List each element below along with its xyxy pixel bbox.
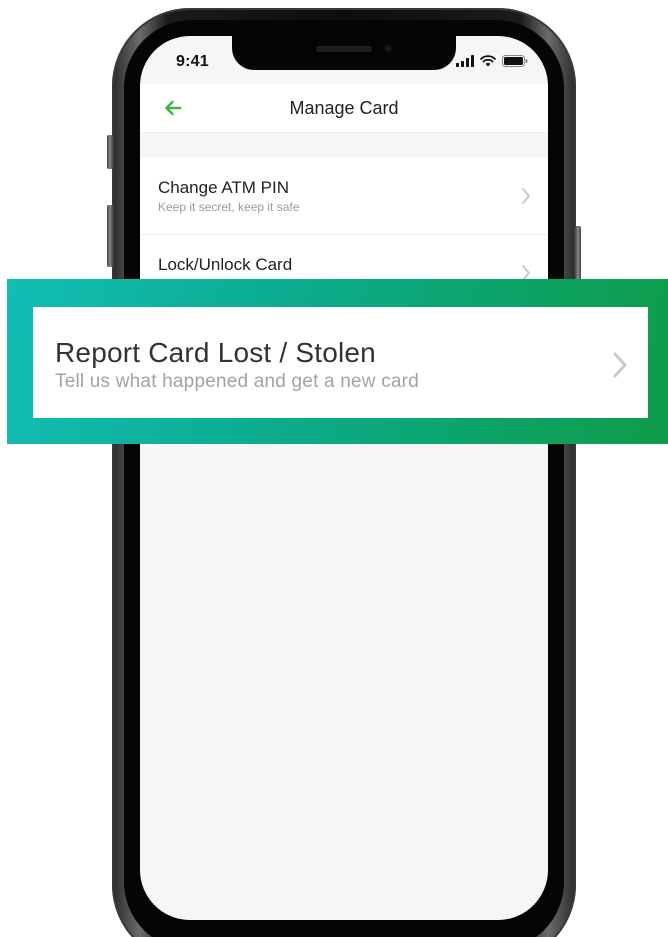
speaker-grille	[316, 46, 372, 52]
notch	[232, 36, 456, 70]
page-title: Manage Card	[289, 98, 399, 118]
side-button	[107, 135, 113, 169]
highlight-callout: Report Card Lost / Stolen Tell us what h…	[7, 279, 668, 444]
list-item-change-atm-pin[interactable]: Change ATM PIN Keep it secret, keep it s…	[140, 158, 548, 235]
wifi-icon	[480, 55, 496, 67]
callout-title: Report Card Lost / Stolen	[55, 337, 376, 368]
callout-subtitle: Tell us what happened and get a new card	[55, 371, 419, 392]
front-camera	[384, 44, 393, 53]
stage: 9:41 Manage Card Change ATM PIN Keep it …	[0, 0, 668, 937]
status-icons	[456, 55, 528, 67]
list-item-subtitle: Keep it secret, keep it safe	[158, 200, 300, 214]
chevron-right-icon	[522, 188, 530, 204]
chevron-right-icon	[613, 352, 627, 378]
list-item-title: Lock/Unlock Card	[158, 255, 293, 274]
phone-screen: 9:41 Manage Card Change ATM PIN Keep it …	[140, 36, 548, 920]
list-item-title: Change ATM PIN	[158, 178, 290, 197]
volume-up-button	[107, 205, 113, 267]
report-card-lost-stolen-button[interactable]: Report Card Lost / Stolen Tell us what h…	[33, 307, 648, 418]
cellular-signal-icon	[456, 55, 474, 67]
battery-icon	[502, 55, 528, 67]
status-time: 9:41	[176, 53, 209, 70]
navigation-bar: Manage Card	[140, 84, 548, 133]
